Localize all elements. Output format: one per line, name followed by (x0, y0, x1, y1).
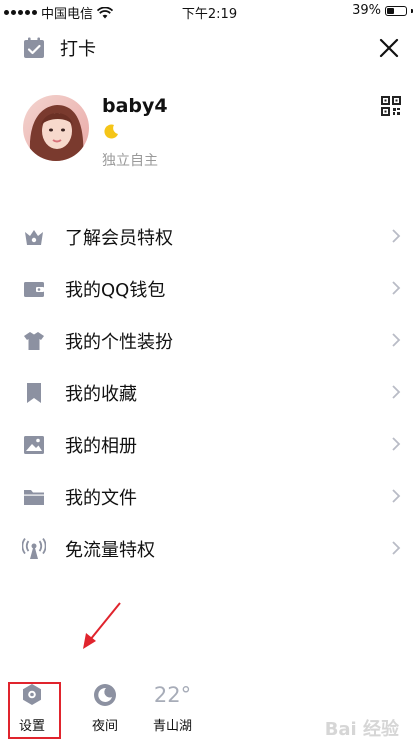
menu-item-dressup[interactable]: 我的个性装扮 (0, 315, 419, 367)
wallet-icon (24, 282, 44, 297)
chevron-right-icon (392, 333, 401, 347)
menu-item-vip[interactable]: 了解会员特权 (0, 211, 419, 263)
menu-item-label: 我的个性装扮 (65, 332, 173, 353)
chevron-right-icon (392, 541, 401, 555)
vip-crown-icon (25, 230, 43, 245)
menu-item-wallet[interactable]: 我的QQ钱包 (0, 263, 419, 315)
shirt-icon (24, 332, 44, 350)
moon-status-icon (104, 124, 118, 139)
menu-list: 了解会员特权 我的QQ钱包 我的个性装扮 我的收藏 我的相册 我的文件 免流量特… (0, 211, 419, 575)
night-label: 夜间 (91, 719, 118, 734)
night-mode-button[interactable]: 夜间 (90, 680, 120, 734)
avatar[interactable] (23, 95, 89, 161)
qr-code-icon[interactable] (381, 96, 401, 116)
photo-album-icon (24, 436, 44, 454)
checkin-row[interactable]: 打卡 (22, 34, 96, 62)
close-button[interactable] (375, 34, 403, 62)
menu-item-album[interactable]: 我的相册 (0, 419, 419, 471)
menu-item-favorites[interactable]: 我的收藏 (0, 367, 419, 419)
signal-tower-icon (22, 537, 46, 559)
chevron-right-icon (392, 385, 401, 399)
chevron-right-icon (392, 489, 401, 503)
menu-item-label: 我的文件 (65, 488, 137, 509)
weather-button[interactable]: 22° 青山湖 (153, 680, 192, 734)
close-icon (379, 38, 399, 58)
city-label: 青山湖 (153, 719, 193, 734)
avatar-image (23, 95, 89, 161)
menu-item-label: 我的相册 (65, 436, 137, 457)
checkin-label: 打卡 (60, 39, 96, 60)
menu-item-label: 免流量特权 (65, 540, 155, 561)
chevron-right-icon (392, 281, 401, 295)
signature: 独立自主 (102, 153, 158, 169)
profile-section[interactable]: baby4 独立自主 (23, 95, 403, 169)
menu-item-label: 了解会员特权 (65, 228, 173, 249)
watermark: Bai 经验 (324, 719, 399, 740)
battery-group: 39% (352, 3, 413, 18)
night-moon-icon (94, 684, 116, 706)
menu-item-files[interactable]: 我的文件 (0, 471, 419, 523)
menu-item-free-data[interactable]: 免流量特权 (0, 523, 419, 575)
temperature: 22° (153, 683, 192, 707)
battery-tip (411, 8, 413, 13)
menu-item-label: 我的收藏 (65, 384, 137, 405)
chevron-right-icon (392, 437, 401, 451)
calendar-check-icon (24, 37, 44, 58)
annotation-arrow (83, 602, 121, 649)
battery-icon (385, 5, 407, 16)
nickname: baby4 (102, 95, 168, 117)
battery-percent: 39% (352, 3, 381, 18)
annotation-highlight-box (8, 682, 61, 739)
bookmark-icon (27, 383, 41, 403)
status-bar: 中国电信 下午2:19 39% (0, 0, 419, 22)
folder-icon (24, 490, 44, 505)
chevron-right-icon (392, 229, 401, 243)
menu-item-label: 我的QQ钱包 (65, 280, 166, 301)
